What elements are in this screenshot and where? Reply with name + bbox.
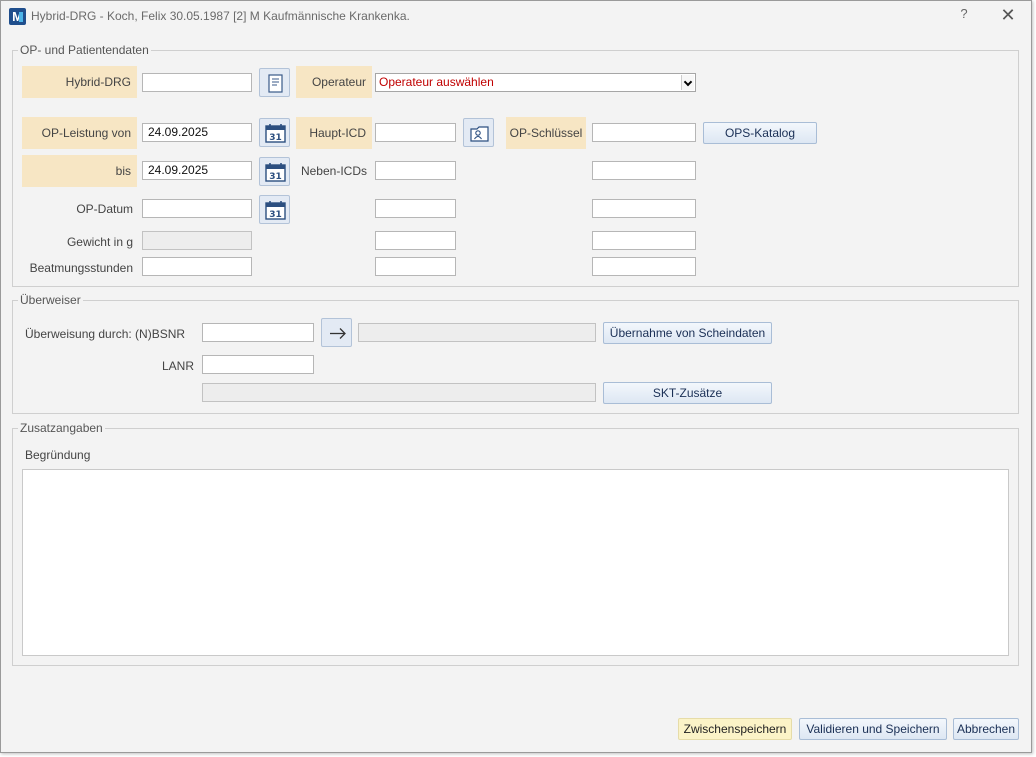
haupt-icd-label: Haupt-ICD bbox=[296, 117, 372, 149]
zwischenspeichern-button[interactable]: Zwischenspeichern bbox=[678, 718, 792, 740]
icd-search-button[interactable] bbox=[463, 118, 494, 147]
op-datum-input[interactable] bbox=[142, 199, 252, 218]
op-leistung-von-calendar-button[interactable]: 31 bbox=[259, 118, 290, 147]
catalog-button[interactable] bbox=[259, 68, 290, 97]
abbrechen-button[interactable]: Abbrechen bbox=[953, 718, 1019, 740]
uebernahme-scheindaten-button[interactable]: Übernahme von Scheindaten bbox=[603, 322, 772, 344]
neben-icd-input-3[interactable] bbox=[375, 231, 456, 250]
bis-input[interactable]: 24.09.2025 bbox=[142, 161, 252, 180]
operateur-select[interactable]: Operateur auswählen bbox=[375, 73, 696, 92]
haupt-icd-input[interactable] bbox=[375, 123, 456, 142]
operateur-label: Operateur bbox=[296, 66, 372, 98]
bis-label: bis bbox=[22, 155, 137, 187]
chevron-down-icon bbox=[681, 75, 694, 90]
op-patient-legend: OP- und Patientendaten bbox=[20, 43, 149, 57]
gewicht-label: Gewicht in g bbox=[66, 235, 133, 249]
op-leistung-von-input[interactable]: 24.09.2025 bbox=[142, 123, 252, 142]
bis-calendar-button[interactable]: 31 bbox=[259, 157, 290, 186]
close-icon[interactable]: ✕ bbox=[998, 5, 1018, 25]
op-leistung-von-label: OP-Leistung von bbox=[22, 117, 137, 149]
hybrid-drg-input[interactable] bbox=[142, 73, 252, 92]
begruendung-textarea[interactable] bbox=[22, 469, 1009, 656]
op-schluessel-input-2[interactable] bbox=[592, 161, 696, 180]
svg-text:31: 31 bbox=[269, 172, 282, 182]
begruendung-label: Begründung bbox=[25, 448, 91, 462]
svg-text:31: 31 bbox=[269, 133, 282, 143]
bsnr-input[interactable] bbox=[202, 323, 314, 342]
patient-card-icon bbox=[470, 126, 489, 142]
dialog-window: M Hybrid-DRG - Koch, Felix 30.05.1987 [2… bbox=[0, 0, 1032, 753]
validieren-speichern-button[interactable]: Validieren und Speichern bbox=[799, 718, 947, 740]
op-schluessel-input-5[interactable] bbox=[592, 257, 696, 276]
calendar-icon: 31 bbox=[265, 201, 286, 220]
skt-zusaetze-button[interactable]: SKT-Zusätze bbox=[603, 382, 772, 404]
neben-icd-input-1[interactable] bbox=[375, 161, 456, 180]
neben-icd-input-2[interactable] bbox=[375, 199, 456, 218]
bsnr-name-display bbox=[358, 323, 596, 342]
op-schluessel-input-1[interactable] bbox=[592, 123, 696, 142]
svg-text:31: 31 bbox=[269, 210, 282, 220]
skt-display bbox=[202, 383, 596, 402]
calendar-icon: 31 bbox=[265, 163, 286, 182]
ops-katalog-button[interactable]: OPS-Katalog bbox=[703, 122, 817, 144]
zusatzangaben-legend: Zusatzangaben bbox=[20, 421, 103, 435]
beatmungsstunden-input[interactable] bbox=[142, 257, 252, 276]
title-bar: M Hybrid-DRG - Koch, Felix 30.05.1987 [2… bbox=[1, 1, 1031, 31]
calendar-icon: 31 bbox=[265, 124, 286, 143]
ueberweiser-legend: Überweiser bbox=[20, 293, 81, 307]
neben-icds-label: Neben-ICDs bbox=[300, 164, 367, 178]
window-title: Hybrid-DRG - Koch, Felix 30.05.1987 [2] … bbox=[31, 9, 410, 23]
neben-icd-input-4[interactable] bbox=[375, 257, 456, 276]
op-datum-label: OP-Datum bbox=[76, 202, 133, 216]
gewicht-input bbox=[142, 231, 252, 250]
op-datum-calendar-button[interactable]: 31 bbox=[259, 195, 290, 224]
lanr-label: LANR bbox=[161, 359, 194, 373]
hybrid-drg-label: Hybrid-DRG bbox=[22, 66, 137, 98]
operateur-select-value: Operateur auswählen bbox=[379, 75, 494, 89]
app-logo-icon: M bbox=[9, 8, 26, 25]
help-button[interactable]: ? bbox=[956, 6, 972, 21]
bsnr-lookup-button[interactable] bbox=[321, 318, 352, 347]
lanr-input[interactable] bbox=[202, 355, 314, 374]
op-schluessel-input-4[interactable] bbox=[592, 231, 696, 250]
bsnr-label: Überweisung durch: (N)BSNR bbox=[25, 327, 186, 341]
op-schluessel-label: OP-Schlüssel bbox=[506, 117, 586, 149]
op-schluessel-input-3[interactable] bbox=[592, 199, 696, 218]
beatmungsstunden-label: Beatmungsstunden bbox=[29, 261, 133, 275]
arrow-right-icon bbox=[330, 328, 346, 339]
document-list-icon bbox=[268, 74, 283, 93]
